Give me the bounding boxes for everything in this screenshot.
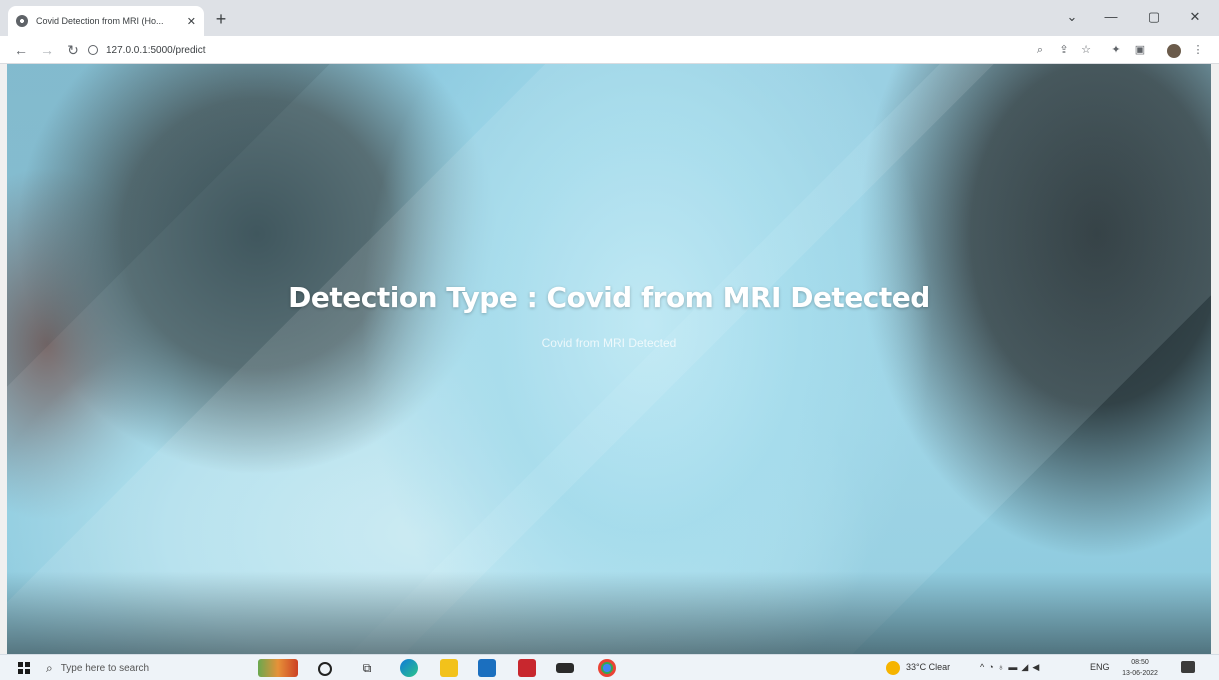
browser-toolbar: ← → ↻ 127.0.0.1:5000/predict ⌕ ⇪ ☆ ✦ ▣ ⋮ <box>0 36 1219 64</box>
new-tab-button[interactable]: + <box>210 8 232 30</box>
file-explorer-icon[interactable] <box>440 659 458 677</box>
minimize-button[interactable]: — <box>1093 6 1129 28</box>
widgets-icon[interactable] <box>258 659 298 677</box>
windows-start-icon[interactable] <box>18 662 30 674</box>
system-tray-icons[interactable]: ^◔♁▬◢◀ <box>980 662 1043 673</box>
browser-tab[interactable]: Covid Detection from MRI (Ho... ✕ <box>8 6 204 36</box>
cortana-icon[interactable] <box>318 662 332 676</box>
maximize-button[interactable]: ▢ <box>1136 6 1172 28</box>
back-button[interactable]: ← <box>10 39 32 61</box>
tab-close-icon[interactable]: ✕ <box>187 15 196 28</box>
url-text: 127.0.0.1:5000/predict <box>106 44 206 56</box>
tab-search-chevron-icon[interactable]: ⌄ <box>1054 6 1090 28</box>
bottom-fade-overlay <box>7 64 1211 654</box>
language-indicator[interactable]: ENG <box>1090 662 1110 672</box>
notifications-icon[interactable] <box>1181 661 1195 673</box>
tab-title: Covid Detection from MRI (Ho... <box>36 16 164 26</box>
search-placeholder: Type here to search <box>60 662 150 674</box>
extensions-icon[interactable]: ✦ <box>1106 39 1126 61</box>
address-bar[interactable]: 127.0.0.1:5000/predict <box>88 39 1018 61</box>
menu-icon[interactable]: ⋮ <box>1188 39 1208 61</box>
chrome-icon[interactable] <box>598 659 616 677</box>
reload-button[interactable]: ↻ <box>62 39 84 61</box>
clock-date: 13-06-2022 <box>1122 670 1158 677</box>
clock-time: 08:50 <box>1131 659 1149 666</box>
profile-avatar[interactable] <box>1167 44 1181 58</box>
weather-text[interactable]: 33°C Clear <box>906 662 950 672</box>
zoom-icon[interactable]: ⌕ <box>1030 39 1050 61</box>
site-info-icon[interactable] <box>88 45 98 55</box>
office-icon[interactable] <box>518 659 536 677</box>
clock[interactable]: 08:50 13-06-2022 <box>1117 657 1163 679</box>
browser-tab-strip: Covid Detection from MRI (Ho... ✕ + ⌄ — … <box>0 0 1219 36</box>
task-view-icon[interactable]: ⧉ <box>358 659 376 677</box>
globe-icon <box>16 15 28 27</box>
close-window-button[interactable]: ✕ <box>1177 6 1213 28</box>
forward-button[interactable]: → <box>36 39 58 61</box>
terminal-icon[interactable] <box>556 663 574 673</box>
sidepanel-icon[interactable]: ▣ <box>1130 39 1150 61</box>
weather-moon-icon[interactable] <box>886 661 900 675</box>
taskbar-search-input[interactable]: ⌕ Type here to search <box>46 658 242 678</box>
edge-icon[interactable] <box>400 659 418 677</box>
star-icon[interactable]: ☆ <box>1076 39 1096 61</box>
detection-heading: Detection Type : Covid from MRI Detected <box>288 281 930 314</box>
search-icon: ⌕ <box>46 660 53 675</box>
page-viewport: Detection Type : Covid from MRI Detected… <box>7 64 1211 654</box>
detection-subheading: Covid from MRI Detected <box>541 336 677 350</box>
store-icon[interactable] <box>478 659 496 677</box>
taskbar: ⌕ Type here to search ⧉ 33°C Clear ^◔♁▬◢… <box>0 654 1219 680</box>
share-icon[interactable]: ⇪ <box>1054 39 1074 61</box>
